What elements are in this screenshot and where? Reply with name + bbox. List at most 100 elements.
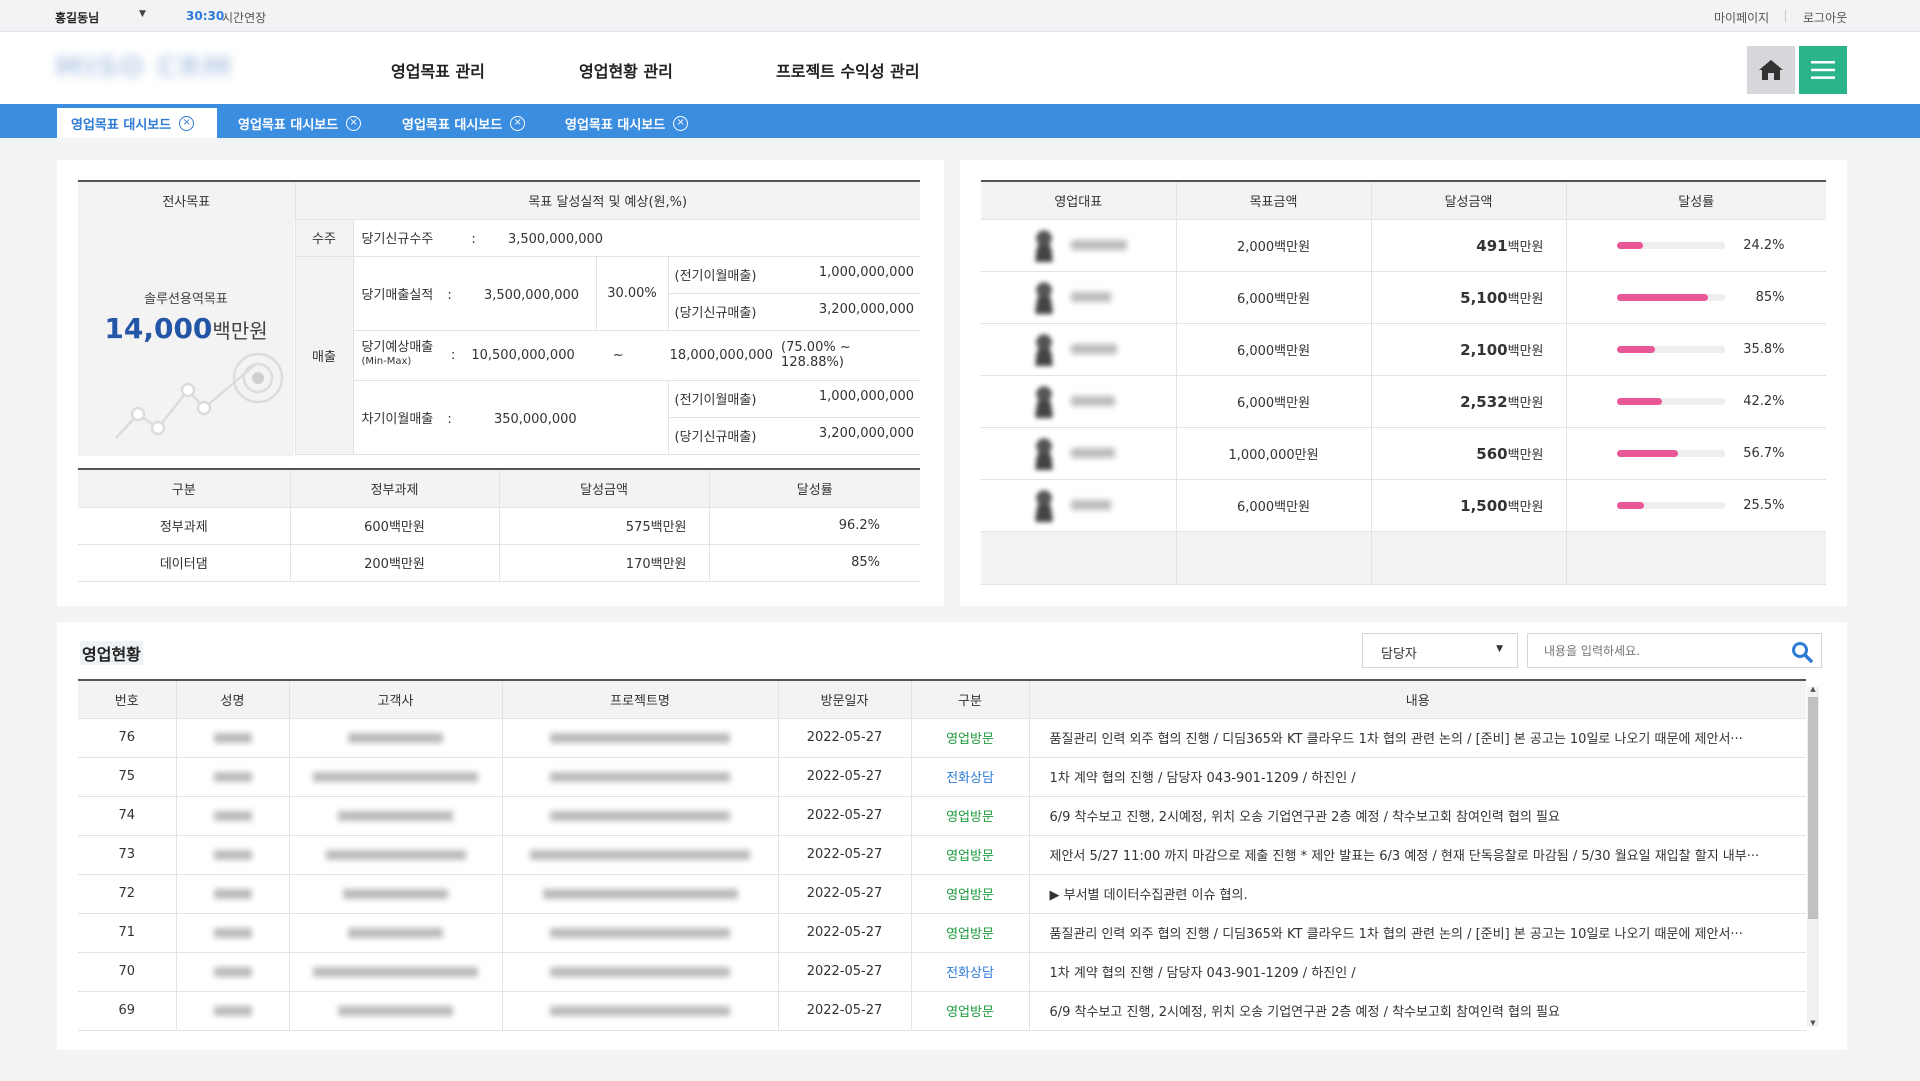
logo[interactable]: MISO CRM — [55, 50, 233, 83]
close-circle-icon[interactable]: × — [673, 115, 689, 131]
tab-dashboard-2[interactable]: 영업목표 대시보드 × — [224, 108, 384, 138]
row-client — [289, 952, 503, 992]
rep-target: 2,000백만원 — [1176, 219, 1372, 272]
table-row[interactable]: 76 2022-05-27 영업방문 품질관리 인력 외주 협의 진행 / 디딤365… — [78, 718, 1806, 758]
next-new-sales-value: 3,200,000,000 — [818, 426, 914, 441]
new-sales-value: 3,200,000,000 — [818, 302, 914, 317]
rep-header-target: 목표금액 — [1176, 180, 1372, 220]
row-project — [502, 913, 779, 953]
row-project — [502, 796, 779, 836]
nav-sales-goal[interactable]: 영업목표 관리 — [391, 58, 485, 82]
nav-sales-status[interactable]: 영업현황 관리 — [579, 58, 673, 82]
target-value: 14,000백만원 — [104, 312, 268, 345]
row-no: 74 — [78, 796, 177, 836]
row-content[interactable]: 품질관리 인력 외주 협의 진행 / 디딤365와 KT 클라우드 1차 협의 … — [1029, 913, 1806, 953]
progress-fill — [1616, 293, 1709, 301]
mypage-link[interactable]: 마이페이지 — [1714, 9, 1769, 26]
tab-dashboard-4[interactable]: 영업목표 대시보드 × — [551, 108, 711, 138]
row-date: 2022-05-27 — [778, 796, 912, 836]
forecast-min: 10,500,000,000 — [471, 347, 575, 363]
progress-bar — [1616, 241, 1725, 249]
avatar — [1031, 436, 1057, 470]
progress-fill — [1616, 345, 1656, 353]
row-no: 71 — [78, 913, 177, 953]
table-row[interactable]: 74 2022-05-27 영업방문 6/9 착수보고 진행, 2시예정, 위치 오송… — [78, 796, 1806, 836]
tab-label: 영업목표 대시보드 — [71, 117, 172, 133]
progress-bar — [1616, 501, 1725, 509]
table-row[interactable]: 71 2022-05-27 영업방문 품질관리 인력 외주 협의 진행 / 디딤365… — [78, 913, 1806, 953]
table-row[interactable]: 75 2022-05-27 전화상담 1차 계약 협의 진행 / 담당자 043-90… — [78, 757, 1806, 797]
progress-fill — [1616, 449, 1678, 457]
rep-name-blurred — [1071, 500, 1111, 510]
header-company-goal: 전사목표 — [78, 180, 296, 220]
owner-select[interactable]: 담당자 ▼ — [1362, 633, 1518, 668]
menu-button[interactable] — [1799, 46, 1847, 94]
row-content[interactable]: ▶ 부서별 데이터수집관련 이슈 협의. — [1029, 874, 1806, 914]
close-circle-icon[interactable]: × — [179, 115, 195, 131]
status-title: 영업현황 — [80, 641, 143, 665]
company-target-box: 솔루션용역목표 14,000백만원 — [78, 216, 294, 456]
row-client — [289, 718, 503, 758]
rep-row: 6,000백만원 2,100백만원 35.8% — [981, 323, 1826, 376]
row-type: 전화상담 — [911, 757, 1030, 797]
table-row[interactable]: 70 2022-05-27 전화상담 1차 계약 협의 진행 / 담당자 043-90… — [78, 952, 1806, 992]
next-prev-carry-label: (전기이월매출) — [674, 393, 757, 408]
actual-sales-label: 당기매출실적 — [361, 287, 434, 303]
row-type: 전화상담 — [911, 952, 1030, 992]
rep-amount: 2,532백만원 — [1371, 375, 1567, 428]
search-icon[interactable] — [1791, 641, 1813, 663]
row-content[interactable]: 1차 계약 협의 진행 / 담당자 043-901-1209 / 하진인 / — [1029, 952, 1806, 992]
row-content[interactable]: 6/9 착수보고 진행, 2시예정, 위치 오송 기업연구관 2층 예정 / 착… — [1029, 796, 1806, 836]
forecast-max: 18,000,000,000 — [669, 347, 774, 363]
row-content[interactable]: 1차 계약 협의 진행 / 담당자 043-901-1209 / 하진인 / — [1029, 757, 1806, 797]
row-no: 72 — [78, 874, 177, 914]
caret-down-icon[interactable]: ▼ — [139, 9, 146, 19]
extend-session-link[interactable]: 시간연장 — [222, 9, 266, 26]
rep-name-blurred — [1071, 344, 1117, 354]
row-client — [289, 991, 503, 1031]
tab-dashboard-1[interactable]: 영업목표 대시보드 × — [57, 108, 217, 138]
row-no: 76 — [78, 718, 177, 758]
rep-target: 6,000백만원 — [1176, 323, 1372, 376]
gov-header-rate: 달성률 — [709, 468, 920, 508]
rep-row: 1,000,000만원 560백만원 56.7% — [981, 427, 1826, 480]
row-date: 2022-05-27 — [778, 874, 912, 914]
rep-amount: 1,500백만원 — [1371, 479, 1567, 532]
logout-link[interactable]: 로그아웃 — [1803, 9, 1847, 26]
close-circle-icon[interactable]: × — [510, 115, 526, 131]
tab-label: 영업목표 대시보드 — [402, 117, 503, 133]
rep-row: 2,000백만원 491백만원 24.2% — [981, 219, 1826, 272]
row-content[interactable]: 품질관리 인력 외주 협의 진행 / 디딤365와 KT 클라우드 1차 협의 … — [1029, 718, 1806, 758]
row-client — [289, 757, 503, 797]
row-content[interactable]: 6/9 착수보고 진행, 2시예정, 위치 오송 기업연구관 2층 예정 / 착… — [1029, 991, 1806, 1031]
scroll-down-icon[interactable]: ▼ — [1807, 1019, 1819, 1027]
progress-bar — [1616, 397, 1725, 405]
order-label: 수주 — [295, 219, 354, 257]
tab-dashboard-3[interactable]: 영업목표 대시보드 × — [388, 108, 548, 138]
hamburger-menu-icon — [1811, 61, 1835, 79]
table-row[interactable]: 69 2022-05-27 영업방문 6/9 착수보고 진행, 2시예정, 위치 오송… — [78, 991, 1806, 1031]
table-row[interactable]: 73 2022-05-27 영업방문 제안서 5/27 11:00 까지 마감으로 제… — [78, 835, 1806, 875]
rep-name-blurred — [1071, 396, 1115, 406]
rep-amount: 5,100백만원 — [1371, 271, 1567, 324]
row-name — [176, 718, 290, 758]
row-content[interactable]: 제안서 5/27 11:00 까지 마감으로 제출 진행 * 제안 발표는 6/… — [1029, 835, 1806, 875]
row-type: 영업방문 — [911, 835, 1030, 875]
scrollbar-thumb[interactable] — [1808, 697, 1818, 919]
user-name[interactable]: 홍길동님 — [55, 9, 99, 26]
row-no: 75 — [78, 757, 177, 797]
rep-amount: 560백만원 — [1371, 427, 1567, 480]
row-project — [502, 874, 779, 914]
scroll-up-icon[interactable]: ▲ — [1807, 685, 1819, 693]
row-name — [176, 874, 290, 914]
search-input[interactable] — [1528, 634, 1778, 667]
gov-header-type: 구분 — [78, 468, 291, 508]
close-circle-icon[interactable]: × — [346, 115, 362, 131]
progress-bar — [1616, 293, 1725, 301]
row-name — [176, 991, 290, 1031]
scrollbar[interactable]: ▲ ▼ — [1807, 685, 1819, 1027]
home-button[interactable] — [1747, 46, 1795, 94]
nav-project-profit[interactable]: 프로젝트 수익성 관리 — [776, 58, 920, 82]
rep-name-blurred — [1071, 240, 1127, 250]
table-row[interactable]: 72 2022-05-27 영업방문 ▶ 부서별 데이터수집관련 이슈 협의. — [78, 874, 1806, 914]
